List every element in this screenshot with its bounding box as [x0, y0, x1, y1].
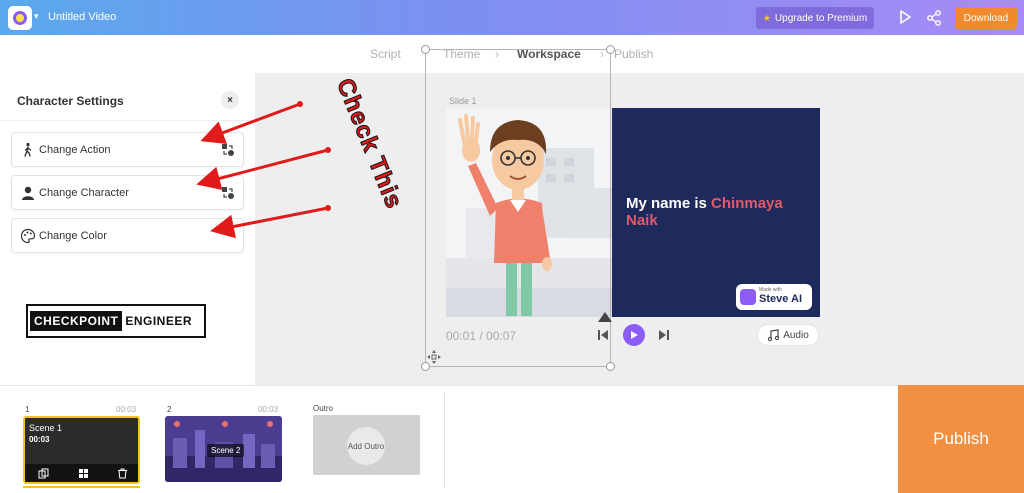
- watermark-part2: ENGINEER: [125, 314, 193, 328]
- slide-heading[interactable]: My name is Chinmaya Naik: [626, 195, 816, 229]
- change-character-button[interactable]: Change Character: [11, 175, 244, 210]
- app-logo-icon[interactable]: [8, 6, 32, 30]
- top-bar: ▾ Untitled Video ★ Upgrade to Premium Do…: [0, 0, 1024, 35]
- close-button[interactable]: ×: [221, 91, 239, 109]
- scene-number: 2: [167, 405, 172, 414]
- skip-back-icon[interactable]: [596, 328, 610, 342]
- move-icon[interactable]: [427, 350, 441, 364]
- checkpoint-engineer-watermark: CHECKPOINT ENGINEER: [26, 304, 206, 338]
- trash-icon[interactable]: [117, 468, 128, 479]
- resize-handle[interactable]: [606, 45, 615, 54]
- play-icon: [631, 331, 638, 339]
- duplicate-icon[interactable]: [38, 468, 49, 479]
- video-title[interactable]: Untitled Video: [48, 11, 116, 23]
- selected-scene-indicator: [23, 486, 140, 488]
- slide-text-area[interactable]: My name is Chinmaya Naik Made with Steve…: [612, 108, 820, 317]
- scene-1-thumbnail[interactable]: Scene 1 00:03: [23, 416, 140, 484]
- skip-forward-icon[interactable]: [657, 328, 671, 342]
- character-selection-box[interactable]: [421, 45, 615, 371]
- scene-title: Scene 1: [29, 423, 63, 433]
- badge-name: Steve AI: [759, 293, 803, 305]
- scene-number: 1: [25, 405, 30, 414]
- outro-slot[interactable]: Add Outro: [313, 415, 420, 475]
- audio-button[interactable]: Audio: [757, 324, 819, 346]
- audio-label: Audio: [783, 329, 809, 341]
- music-note-icon: [768, 329, 780, 341]
- share-icon[interactable]: [926, 10, 942, 26]
- scene-inner-duration: 00:03: [29, 435, 50, 444]
- swap-icon: [222, 144, 234, 156]
- step-publish[interactable]: Publish: [614, 47, 653, 61]
- scene-title: Scene 2: [207, 444, 245, 457]
- panel-divider: [0, 120, 256, 121]
- slide-text-plain: My name is: [626, 195, 712, 212]
- download-button[interactable]: Download: [955, 7, 1017, 29]
- resize-handle[interactable]: [606, 362, 615, 371]
- watermark-part1: CHECKPOINT: [30, 311, 123, 331]
- swap-icon: [222, 187, 234, 199]
- made-with-steve-ai-badge: Made with Steve AI: [736, 284, 812, 310]
- change-color-button[interactable]: Change Color: [11, 218, 244, 253]
- publish-button[interactable]: Publish: [898, 385, 1024, 493]
- steve-ai-logo-icon: [740, 289, 756, 305]
- upgrade-premium-button[interactable]: ★ Upgrade to Premium: [756, 7, 874, 29]
- change-action-label: Change Action: [39, 144, 111, 156]
- timeline-marker-icon[interactable]: [598, 312, 612, 322]
- upgrade-label: Upgrade to Premium: [774, 12, 868, 24]
- play-button[interactable]: [623, 324, 645, 346]
- scene-2-thumbnail[interactable]: Scene 2: [165, 416, 282, 482]
- palette-icon: [20, 228, 36, 244]
- scene-duration: 00:03: [116, 405, 137, 414]
- chevron-down-icon[interactable]: ▾: [34, 11, 39, 22]
- change-action-button[interactable]: Change Action: [11, 132, 244, 167]
- star-icon: ★: [762, 12, 771, 23]
- person-icon: [22, 186, 34, 200]
- change-color-label: Change Color: [39, 230, 107, 242]
- panel-title: Character Settings: [17, 94, 124, 108]
- character-settings-panel: Character Settings × Change Action Chang…: [0, 73, 256, 385]
- add-outro-button[interactable]: Add Outro: [347, 427, 385, 465]
- step-script[interactable]: Script: [370, 47, 401, 61]
- resize-handle[interactable]: [421, 45, 430, 54]
- walk-icon: [24, 142, 32, 157]
- playback-time: 00:01 / 00:07: [446, 329, 517, 343]
- preview-play-icon[interactable]: [898, 10, 912, 24]
- layout-icon[interactable]: [78, 468, 89, 479]
- outro-label: Outro: [313, 404, 334, 413]
- change-character-label: Change Character: [39, 187, 129, 199]
- scene-duration: 00:03: [258, 405, 279, 414]
- timeline-divider: [444, 392, 445, 488]
